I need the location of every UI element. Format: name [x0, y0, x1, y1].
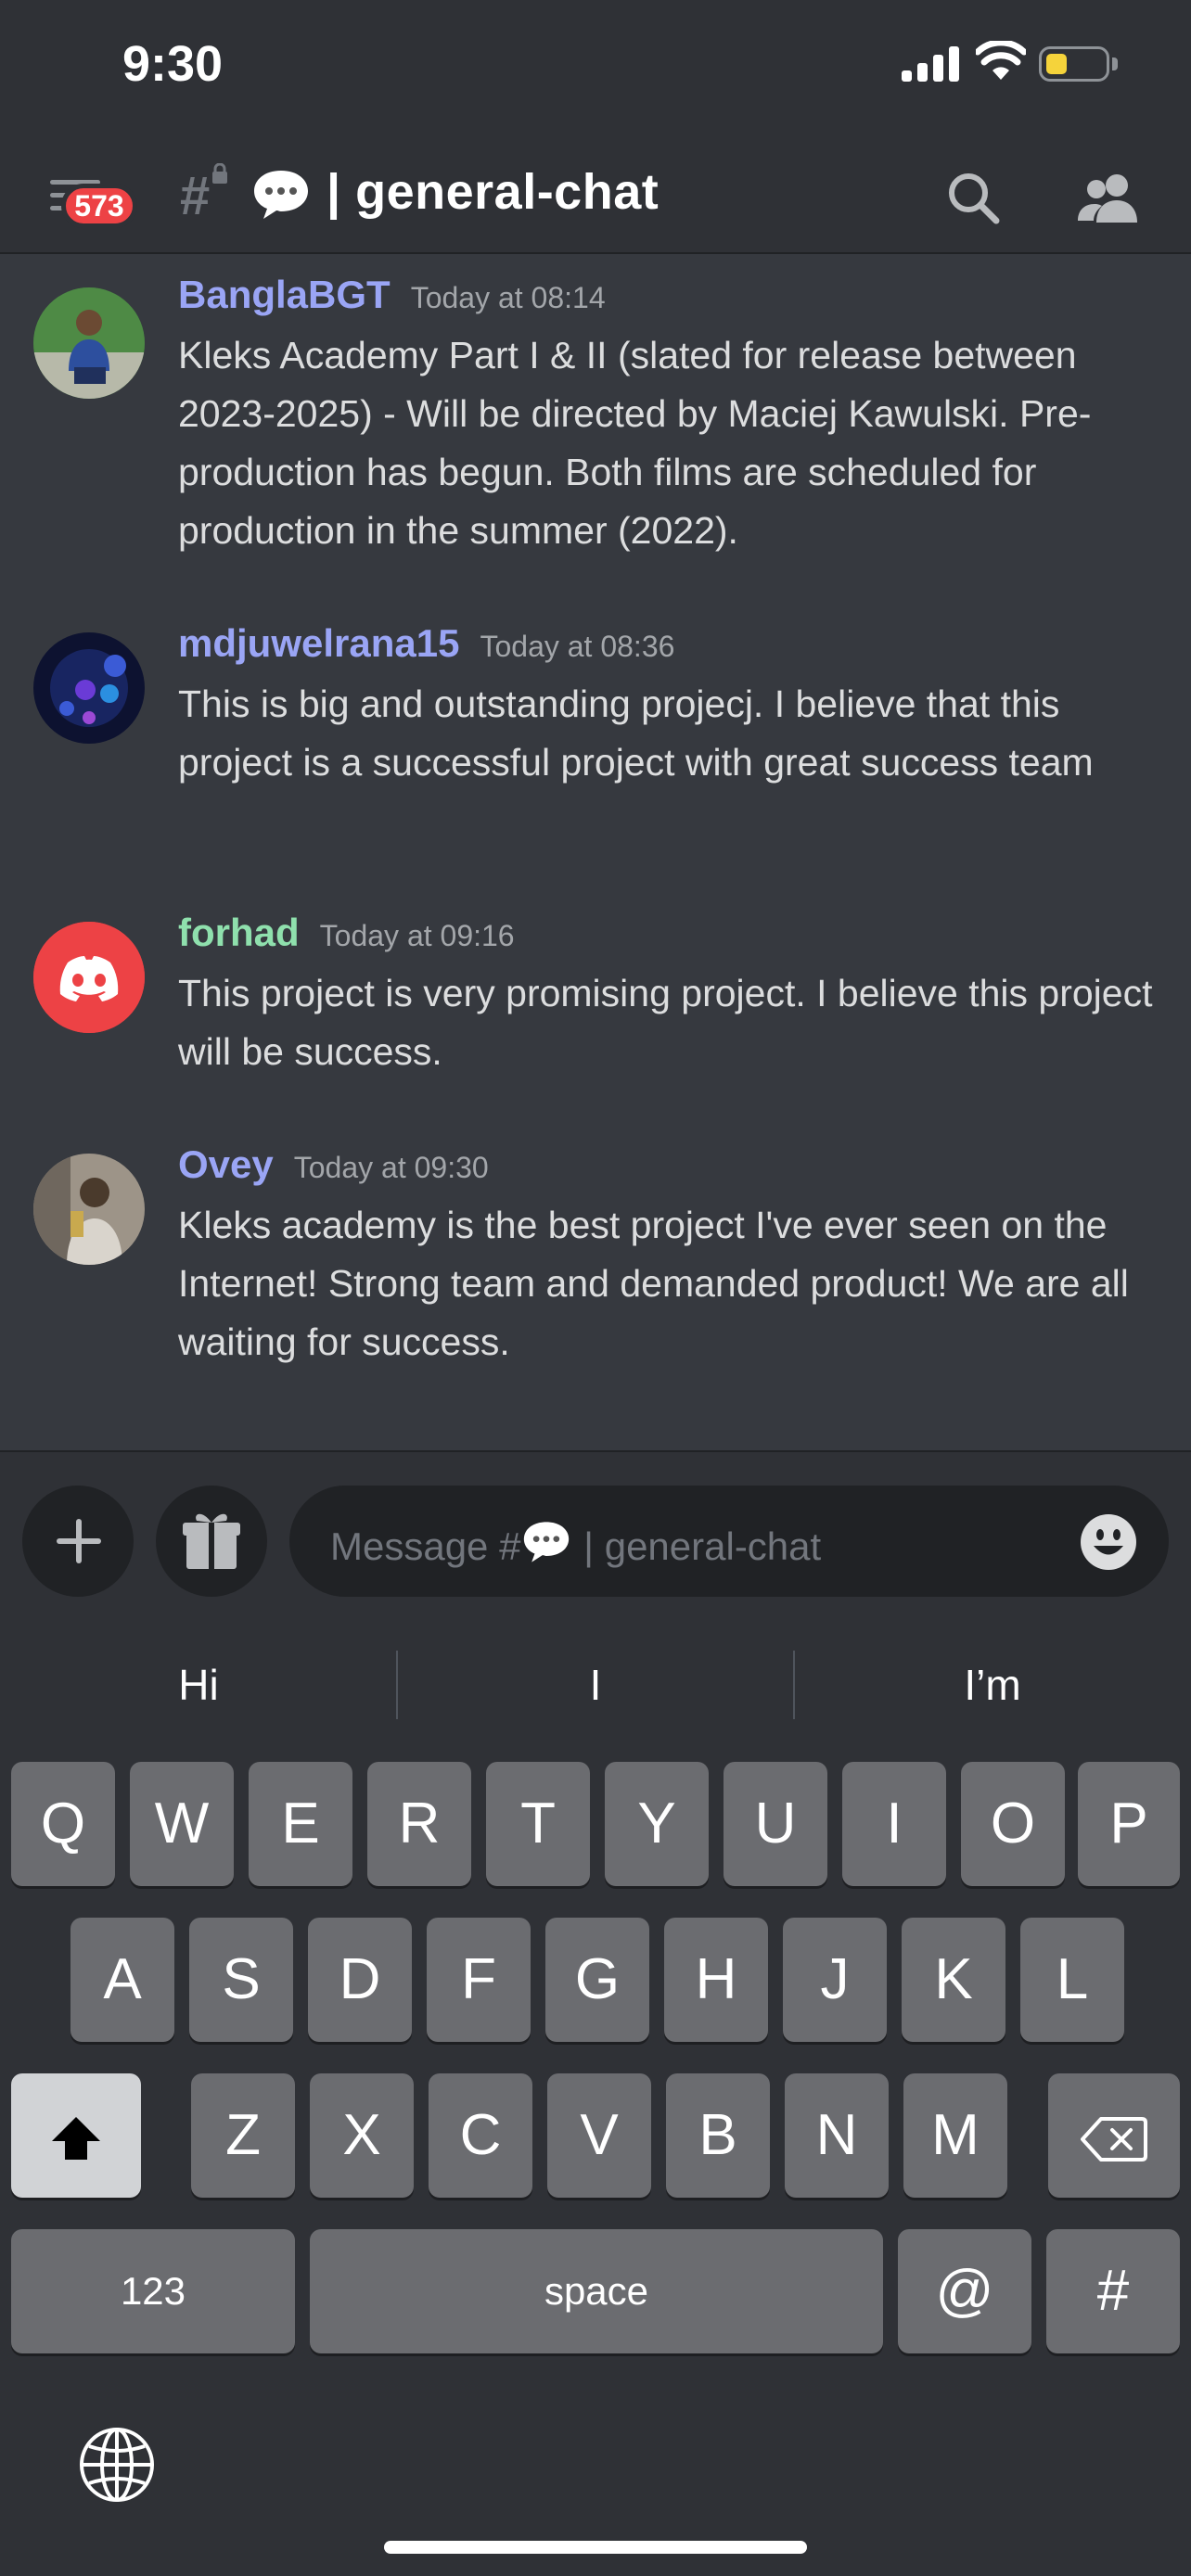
emoji-icon[interactable] [1080, 1513, 1137, 1571]
lock-icon [212, 163, 227, 184]
timestamp: Today at 09:30 [293, 1151, 489, 1184]
hash-key[interactable]: # [1046, 2229, 1180, 2353]
predictive-suggestions: Hi I I’m [0, 1623, 1191, 1743]
add-attachment-button[interactable] [22, 1486, 134, 1597]
suggestion-item[interactable]: I [397, 1660, 794, 1710]
wifi-icon [976, 41, 1026, 80]
battery-tip [1112, 57, 1118, 70]
message-text: This project is very promising project. … [178, 972, 1153, 1073]
key[interactable]: L [1020, 1918, 1124, 2042]
key[interactable]: J [783, 1918, 887, 2042]
key[interactable]: T [486, 1762, 590, 1886]
key[interactable]: S [189, 1918, 293, 2042]
discord-logo-icon [33, 922, 145, 1033]
key[interactable]: X [310, 2073, 414, 2198]
username[interactable]: forhad [178, 911, 300, 954]
key[interactable]: V [547, 2073, 651, 2198]
cellular-signal-icon [902, 45, 959, 82]
status-bar: 9:30 [0, 0, 1191, 148]
key[interactable]: C [429, 2073, 532, 2198]
timestamp: Today at 09:16 [319, 919, 515, 952]
status-time: 9:30 [122, 36, 224, 92]
channel-name[interactable]: | general-chat [327, 163, 659, 221]
key[interactable]: R [367, 1762, 471, 1886]
key[interactable]: H [664, 1918, 768, 2042]
shift-arrow-icon [52, 2116, 100, 2160]
username[interactable]: Ovey [178, 1142, 274, 1186]
timestamp: Today at 08:14 [410, 281, 606, 314]
timestamp: Today at 08:36 [480, 630, 675, 663]
speech-bubble-icon [524, 1522, 570, 1562]
message-text: Kleks academy is the best project I've e… [178, 1204, 1129, 1363]
key[interactable]: G [545, 1918, 649, 2042]
members-icon[interactable] [1076, 169, 1141, 228]
key[interactable]: N [785, 2073, 889, 2198]
search-icon[interactable] [944, 169, 1004, 228]
key[interactable]: A [70, 1918, 174, 2042]
key[interactable]: I [842, 1762, 946, 1886]
username[interactable]: BanglaBGT [178, 273, 391, 316]
keyboard: Q W E R T Y U I O P A S D F G H J K L Z … [0, 1743, 1191, 2576]
shift-key[interactable] [11, 2073, 141, 2198]
backspace-key[interactable] [1048, 2073, 1180, 2198]
message-input-placeholder: Message # | general-chat [330, 1519, 821, 1569]
key[interactable]: F [427, 1918, 531, 2042]
username[interactable]: mdjuwelrana15 [178, 621, 459, 665]
key[interactable]: P [1078, 1762, 1180, 1886]
home-indicator[interactable] [384, 2541, 807, 2554]
battery-icon [1039, 46, 1109, 82]
key[interactable]: O [961, 1762, 1065, 1886]
avatar[interactable] [33, 287, 145, 399]
key[interactable]: Y [605, 1762, 709, 1886]
hashtag-icon: # [180, 166, 211, 226]
avatar[interactable] [33, 922, 145, 1033]
key[interactable]: W [130, 1762, 234, 1886]
unread-badge: 573 [61, 184, 137, 228]
message-input[interactable]: Message # | general-chat [289, 1486, 1169, 1597]
gift-icon [183, 1513, 240, 1569]
key[interactable]: E [249, 1762, 352, 1886]
message-text: Kleks Academy Part I & II (slated for re… [178, 334, 1092, 552]
at-key[interactable]: @ [898, 2229, 1031, 2353]
key[interactable]: Z [191, 2073, 295, 2198]
globe-icon[interactable] [78, 2426, 156, 2504]
key[interactable]: U [724, 1762, 827, 1886]
suggestion-item[interactable]: I’m [794, 1660, 1191, 1710]
key[interactable]: D [308, 1918, 412, 2042]
key[interactable]: Q [11, 1762, 115, 1886]
suggestion-item[interactable]: Hi [0, 1660, 397, 1710]
channel-header: 573 # | general-chat [0, 148, 1191, 254]
key[interactable]: B [666, 2073, 770, 2198]
message-list[interactable]: BanglaBGT Today at 08:14 Kleks Academy Pa… [0, 254, 1191, 1450]
key[interactable]: M [903, 2073, 1007, 2198]
avatar[interactable] [33, 1154, 145, 1265]
composer-bar: Message # | general-chat [0, 1450, 1191, 1625]
key[interactable]: K [902, 1918, 1005, 2042]
numbers-key[interactable]: 123 [11, 2229, 295, 2353]
backspace-icon [1081, 2116, 1147, 2162]
space-key[interactable]: space [310, 2229, 883, 2353]
avatar[interactable] [33, 632, 145, 744]
speech-bubble-icon [254, 171, 308, 219]
gift-button[interactable] [156, 1486, 267, 1597]
message-text: This is big and outstanding projecj. I b… [178, 682, 1094, 784]
